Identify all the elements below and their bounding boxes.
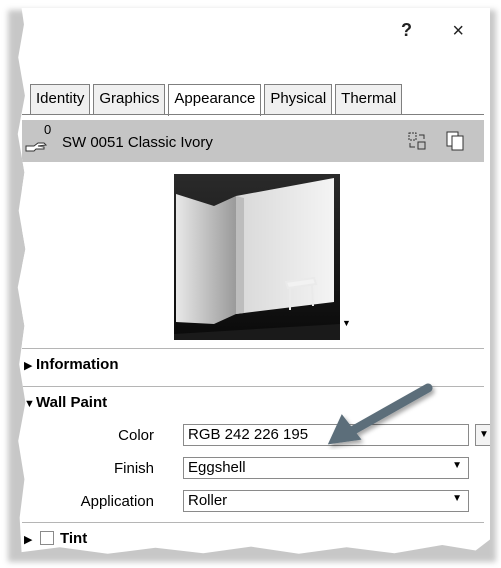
application-select[interactable]: Roller ▼ bbox=[183, 490, 469, 512]
color-value: RGB 242 226 195 bbox=[188, 426, 309, 443]
title-bar: ? × bbox=[20, 8, 490, 54]
section-information[interactable]: ▶ Information bbox=[24, 356, 119, 373]
hand-icon bbox=[25, 142, 48, 152]
application-value: Roller bbox=[188, 492, 228, 509]
section-wall-paint[interactable]: ▼Wall Paint bbox=[24, 394, 107, 411]
appearance-thumbnail[interactable] bbox=[174, 174, 340, 340]
tab-thermal[interactable]: Thermal bbox=[335, 84, 403, 114]
finish-value: Eggshell bbox=[188, 459, 246, 476]
application-label: Application bbox=[80, 493, 154, 510]
tab-divider bbox=[22, 114, 484, 115]
divider bbox=[22, 348, 484, 349]
color-label: Color bbox=[118, 427, 154, 444]
finish-select[interactable]: Eggshell ▼ bbox=[183, 457, 469, 479]
chevron-down-icon: ▼ bbox=[452, 493, 462, 504]
tab-identity[interactable]: Identity bbox=[30, 84, 91, 114]
finish-label: Finish bbox=[113, 460, 154, 477]
thumbnail-options-chevron-down-icon[interactable]: ▼ bbox=[342, 318, 351, 328]
tab-strip: Identity Graphics Appearance Physical Th… bbox=[30, 84, 403, 116]
section-title: Information bbox=[36, 356, 119, 373]
asset-usage-count: 0 bbox=[44, 122, 52, 137]
section-tint[interactable]: ▶ Tint bbox=[24, 530, 87, 547]
replace-asset-icon[interactable] bbox=[406, 130, 428, 152]
asset-header: 0 SW 0051 Classic Ivory bbox=[22, 120, 484, 162]
material-browser-panel: ? × Identity Graphics Appearance Physica… bbox=[17, 8, 490, 554]
callout-arrow-icon bbox=[327, 383, 433, 445]
asset-name: SW 0051 Classic Ivory bbox=[62, 134, 213, 151]
section-title: Tint bbox=[60, 530, 88, 547]
close-button[interactable]: × bbox=[452, 20, 464, 43]
tab-appearance[interactable]: Appearance bbox=[168, 84, 262, 116]
color-menu-button[interactable]: ▼ bbox=[475, 424, 490, 446]
wall-preview-image bbox=[174, 174, 340, 340]
expand-triangle-icon: ▶ bbox=[24, 360, 33, 372]
divider bbox=[22, 522, 484, 523]
appearance-preview-area: ▼ bbox=[22, 162, 484, 348]
tint-checkbox[interactable] bbox=[40, 531, 54, 545]
expand-triangle-icon: ▶ bbox=[24, 534, 33, 546]
section-title: Wall Paint bbox=[36, 394, 108, 411]
chevron-down-icon: ▼ bbox=[452, 460, 462, 471]
help-button[interactable]: ? bbox=[401, 20, 412, 41]
duplicate-asset-icon[interactable] bbox=[444, 130, 466, 152]
collapse-triangle-icon: ▼ bbox=[24, 398, 35, 410]
tab-graphics[interactable]: Graphics bbox=[93, 84, 166, 114]
tab-physical[interactable]: Physical bbox=[264, 84, 333, 114]
